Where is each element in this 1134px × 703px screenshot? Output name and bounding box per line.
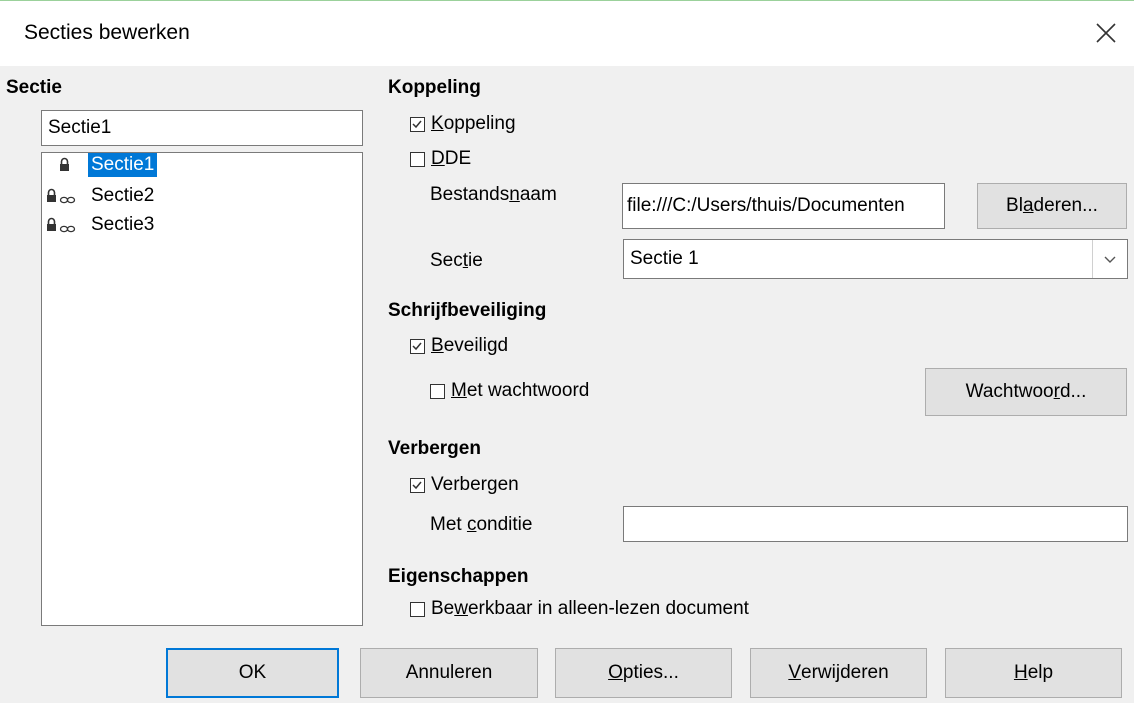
dde-checkbox-label: DDE — [431, 148, 472, 169]
close-icon — [1096, 23, 1116, 43]
title-bar: Secties bewerken — [0, 0, 1134, 66]
lock-link-icon — [47, 217, 76, 233]
hide-heading: Verbergen — [388, 438, 481, 459]
tree-item-label: Sectie3 — [91, 214, 155, 235]
checkbox-checked-icon — [410, 477, 425, 493]
hide-checkbox[interactable]: Verbergen — [410, 474, 519, 496]
checkbox-unchecked-icon — [410, 151, 425, 167]
dialog-title: Secties bewerken — [24, 21, 190, 44]
protect-heading: Schrijfbeveiliging — [388, 300, 547, 321]
link-checkbox[interactable]: Koppeling — [410, 113, 516, 135]
password-checkbox-label: Met wachtwoord — [451, 380, 590, 401]
ok-button[interactable]: OK — [166, 648, 339, 698]
section-name-input[interactable]: Sectie1 — [41, 110, 363, 146]
checkbox-checked-icon — [410, 116, 425, 132]
condition-label: Met conditie — [430, 514, 533, 535]
checkbox-unchecked-icon — [430, 383, 445, 399]
lock-link-icon — [47, 188, 76, 204]
editable-readonly-checkbox[interactable]: Bewerkbaar in alleen-lezen document — [410, 598, 749, 620]
tree-item-label: Sectie1 — [88, 153, 158, 177]
link-checkbox-label: Koppeling — [431, 113, 516, 134]
help-button[interactable]: Help — [945, 648, 1122, 698]
filename-label: Bestandsnaam — [430, 184, 557, 205]
filename-input[interactable]: file:///C:/Users/thuis/Documenten — [622, 183, 945, 229]
link-heading: Koppeling — [388, 77, 481, 98]
link-section-value: Sectie 1 — [630, 248, 699, 269]
close-button[interactable] — [1086, 13, 1126, 53]
chevron-down-icon[interactable] — [1092, 240, 1127, 278]
cancel-button[interactable]: Annuleren — [360, 648, 538, 698]
section-heading: Sectie — [6, 77, 62, 98]
link-section-select[interactable]: Sectie 1 — [623, 239, 1128, 279]
condition-input[interactable] — [623, 506, 1128, 542]
tree-item-sectie1[interactable]: Sectie1 — [46, 153, 158, 177]
password-button[interactable]: Wachtwoo r d... — [925, 368, 1127, 416]
editable-readonly-checkbox-label: Bewerkbaar in alleen-lezen document — [431, 598, 749, 619]
remove-button[interactable]: Verwijderen — [750, 648, 927, 698]
lock-icon — [60, 157, 69, 171]
section-list[interactable]: Sectie1 Sectie2 Sectie3 — [41, 152, 363, 626]
tree-item-sectie3[interactable]: Sectie3 — [46, 213, 157, 237]
checkbox-unchecked-icon — [410, 601, 425, 617]
browse-button[interactable]: Bl a deren... — [977, 183, 1127, 229]
properties-heading: Eigenschappen — [388, 566, 529, 587]
link-section-label: Sectie — [430, 250, 483, 271]
tree-item-sectie2[interactable]: Sectie2 — [46, 184, 157, 208]
protected-checkbox[interactable]: Beveiligd — [410, 335, 508, 357]
dde-checkbox[interactable]: DDE — [410, 148, 471, 170]
password-checkbox[interactable]: Met wachtwoord — [430, 380, 589, 402]
protected-checkbox-label: Beveiligd — [431, 335, 509, 356]
checkbox-checked-icon — [410, 338, 425, 354]
tree-item-label: Sectie2 — [91, 185, 155, 206]
hide-checkbox-label: Verbergen — [431, 474, 519, 495]
options-button[interactable]: Opties... — [555, 648, 732, 698]
